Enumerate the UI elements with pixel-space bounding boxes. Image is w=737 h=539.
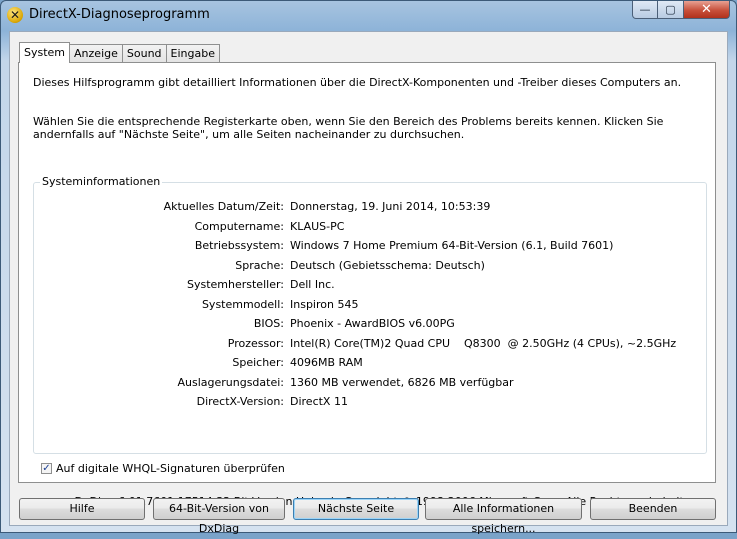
info-label: Systemmodell: bbox=[201, 297, 284, 311]
next-page-button[interactable]: Nächste Seite bbox=[293, 498, 419, 520]
info-row-os: Betriebssystem: Windows 7 Home Premium 64… bbox=[34, 239, 704, 259]
info-row-bios: BIOS: Phoenix - AwardBIOS v6.00PG bbox=[34, 317, 704, 337]
info-label: Computername: bbox=[194, 219, 284, 233]
title-bar[interactable]: ✕ DirectX-Diagnoseprogramm — ▢ ✕ bbox=[1, 1, 736, 29]
intro-instructions: Wählen Sie die entsprechende Registerkar… bbox=[33, 115, 664, 141]
info-row-manufacturer: Systemhersteller: Dell Inc. bbox=[34, 278, 704, 298]
save-all-info-button[interactable]: Alle Informationen speichern... bbox=[425, 498, 582, 535]
info-value: 1360 MB verwendet, 6826 MB verfügbar bbox=[290, 375, 514, 389]
info-value: Windows 7 Home Premium 64-Bit-Version (6… bbox=[290, 239, 614, 252]
info-row-model: Systemmodell: Inspiron 545 bbox=[34, 298, 704, 318]
info-value: Dell Inc. bbox=[290, 278, 335, 291]
close-button[interactable]: ✕ bbox=[684, 1, 730, 19]
directx-icon: ✕ bbox=[7, 7, 23, 23]
intro-text: Dieses Hilfsprogramm gibt detailliert In… bbox=[33, 76, 682, 89]
whql-checkbox-row[interactable]: ✓ Auf digitale WHQL-Signaturen überprüfe… bbox=[41, 461, 285, 475]
info-value: KLAUS-PC bbox=[290, 219, 345, 233]
info-label: Auslagerungsdatei: bbox=[177, 375, 284, 389]
info-value: Phoenix - AwardBIOS v6.00PG bbox=[290, 317, 455, 330]
info-label: Prozessor: bbox=[227, 336, 284, 350]
window-controls: — ▢ ✕ bbox=[632, 1, 730, 20]
info-label: Sprache: bbox=[235, 258, 284, 272]
button-bar: Hilfe 64-Bit-Version von DxDiag Nächste … bbox=[19, 498, 719, 535]
info-label: BIOS: bbox=[253, 317, 284, 330]
system-info-rows: Aktuelles Datum/Zeit: Donnerstag, 19. Jun… bbox=[34, 200, 704, 415]
info-row-datetime: Aktuelles Datum/Zeit: Donnerstag, 19. Jun… bbox=[34, 200, 704, 220]
info-label: Betriebssystem: bbox=[194, 239, 284, 252]
tab-eingabe[interactable]: Eingabe bbox=[165, 44, 220, 63]
info-value: Inspiron 545 bbox=[290, 297, 359, 311]
info-label: Systemhersteller: bbox=[186, 278, 284, 291]
info-label: Speicher: bbox=[232, 356, 284, 369]
whql-checkbox[interactable]: ✓ bbox=[41, 462, 52, 474]
group-title: Systeminformationen bbox=[40, 175, 163, 188]
info-row-directx: DirectX-Version: DirectX 11 bbox=[34, 395, 704, 415]
help-button[interactable]: Hilfe bbox=[19, 498, 145, 520]
maximize-button[interactable]: ▢ bbox=[658, 1, 684, 19]
dxdiag-window: ✕ DirectX-Diagnoseprogramm — ▢ ✕ System … bbox=[0, 0, 737, 535]
info-value: 4096MB RAM bbox=[290, 356, 363, 369]
info-label: Aktuelles Datum/Zeit: bbox=[163, 200, 284, 213]
dxdiag-64bit-button[interactable]: 64-Bit-Version von DxDiag bbox=[153, 498, 285, 535]
info-row-processor: Prozessor: Intel(R) Core(TM)2 Quad CPU Q8… bbox=[34, 337, 704, 357]
info-row-memory: Speicher: 4096MB RAM bbox=[34, 356, 704, 376]
info-row-pagefile: Auslagerungsdatei: 1360 MB verwendet, 682… bbox=[34, 376, 704, 396]
system-info-group: Systeminformationen Aktuelles Datum/Zeit… bbox=[33, 175, 707, 454]
minimize-button[interactable]: — bbox=[632, 1, 658, 19]
info-row-computername: Computername: KLAUS-PC bbox=[34, 220, 704, 240]
info-label: DirectX-Version: bbox=[196, 395, 284, 408]
dialog-client: System Anzeige Sound Eingabe Dieses Hilf… bbox=[9, 31, 728, 535]
window-title: DirectX-Diagnoseprogramm bbox=[29, 7, 210, 22]
exit-button[interactable]: Beenden bbox=[590, 498, 716, 520]
tab-strip: System Anzeige Sound Eingabe bbox=[19, 42, 220, 63]
whql-checkbox-label: Auf digitale WHQL-Signaturen überprüfen bbox=[56, 461, 285, 475]
tab-anzeige[interactable]: Anzeige bbox=[69, 44, 123, 63]
info-value: Deutsch (Gebietsschema: Deutsch) bbox=[290, 258, 485, 272]
tab-sound[interactable]: Sound bbox=[121, 44, 167, 63]
system-tab-panel: Dieses Hilfsprogramm gibt detailliert In… bbox=[18, 62, 716, 508]
info-value: Intel(R) Core(TM)2 Quad CPU Q8300 @ 2.50… bbox=[290, 336, 677, 350]
info-value: DirectX 11 bbox=[290, 395, 348, 408]
tab-system[interactable]: System bbox=[19, 42, 71, 63]
info-row-language: Sprache: Deutsch (Gebietsschema: Deutsch) bbox=[34, 259, 704, 279]
info-value: Donnerstag, 19. Juni 2014, 10:53:39 bbox=[290, 200, 491, 213]
